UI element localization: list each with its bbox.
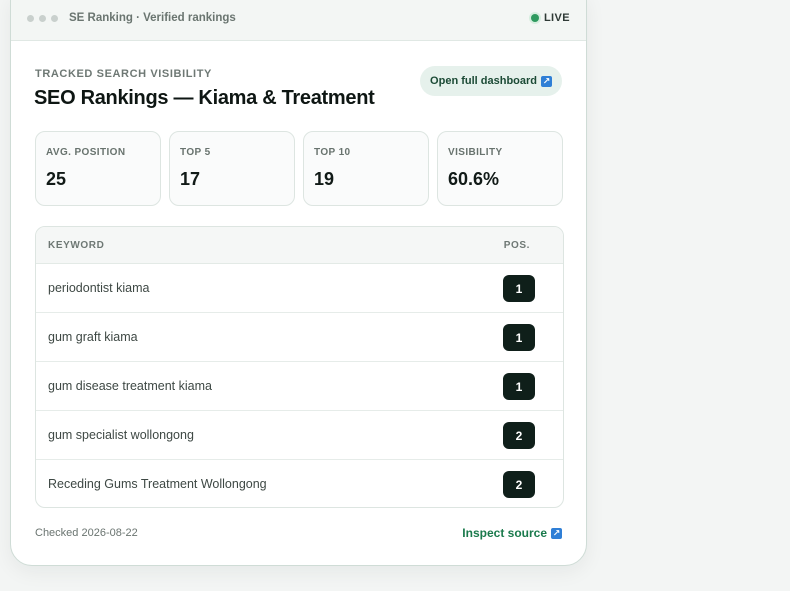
column-header-keyword: KEYWORD	[48, 240, 105, 251]
checked-date: Checked 2026-08-22	[35, 527, 138, 539]
stat-top-10: TOP 10 19	[303, 131, 429, 206]
stat-value: 19	[314, 169, 335, 189]
position-badge: 2	[503, 422, 535, 449]
window-dot-icon[interactable]	[39, 15, 46, 22]
stat-top-5: TOP 5 17	[169, 131, 295, 206]
stats-row: AVG. POSITION 25 TOP 5 17 TOP 10 19 VISI…	[35, 131, 563, 206]
position-badge: 2	[503, 471, 535, 498]
inspect-source-label: Inspect source	[462, 526, 547, 540]
live-indicator: LIVE	[530, 12, 570, 24]
table-row: gum specialist wollongong 2	[36, 411, 563, 460]
stat-label: TOP 5	[180, 147, 211, 158]
column-header-position: POS.	[503, 240, 530, 251]
keyword-cell: Receding Gums Treatment Wollongong	[48, 477, 267, 491]
stat-avg-position: AVG. POSITION 25	[35, 131, 161, 206]
window-controls	[27, 15, 58, 22]
table-row: Receding Gums Treatment Wollongong 2	[36, 460, 563, 507]
keyword-cell: gum specialist wollongong	[48, 428, 194, 442]
stat-value: 25	[46, 169, 67, 189]
position-badge: 1	[503, 275, 535, 302]
keyword-cell: gum disease treatment kiama	[48, 379, 212, 393]
open-dashboard-label: Open full dashboard	[430, 75, 537, 87]
stat-visibility: VISIBILITY 60.6%	[437, 131, 563, 206]
window-dot-icon[interactable]	[51, 15, 58, 22]
open-dashboard-button[interactable]: Open full dashboard ↗	[420, 66, 562, 96]
position-badge: 1	[503, 324, 535, 351]
stat-label: VISIBILITY	[448, 147, 503, 158]
external-link-icon: ↗	[551, 527, 562, 539]
page-title: SEO Rankings — Kiama & Treatment	[34, 87, 375, 109]
window-titlebar: SE Ranking · Verified rankings LIVE	[11, 0, 586, 41]
keyword-cell: gum graft kiama	[48, 330, 138, 344]
section-eyebrow: TRACKED SEARCH VISIBILITY	[35, 68, 212, 80]
window-dot-icon[interactable]	[27, 15, 34, 22]
seo-rankings-card: SE Ranking · Verified rankings LIVE TRAC…	[10, 0, 587, 566]
external-link-icon: ↗	[541, 75, 552, 87]
table-row: periodontist kiama 1	[36, 264, 563, 313]
table-header: KEYWORD POS.	[36, 227, 563, 264]
rankings-table: KEYWORD POS. periodontist kiama 1 gum gr…	[35, 226, 564, 508]
keyword-cell: periodontist kiama	[48, 281, 150, 295]
stat-value: 17	[180, 169, 201, 189]
position-badge: 1	[503, 373, 535, 400]
window-title: SE Ranking · Verified rankings	[69, 12, 236, 24]
inspect-source-link[interactable]: Inspect source ↗	[462, 526, 562, 540]
stat-label: TOP 10	[314, 147, 351, 158]
table-row: gum graft kiama 1	[36, 313, 563, 362]
table-row: gum disease treatment kiama 1	[36, 362, 563, 411]
stat-value: 60.6%	[448, 169, 500, 189]
stat-label: AVG. POSITION	[46, 147, 126, 158]
live-label: LIVE	[543, 12, 570, 24]
live-dot-icon	[530, 14, 539, 22]
